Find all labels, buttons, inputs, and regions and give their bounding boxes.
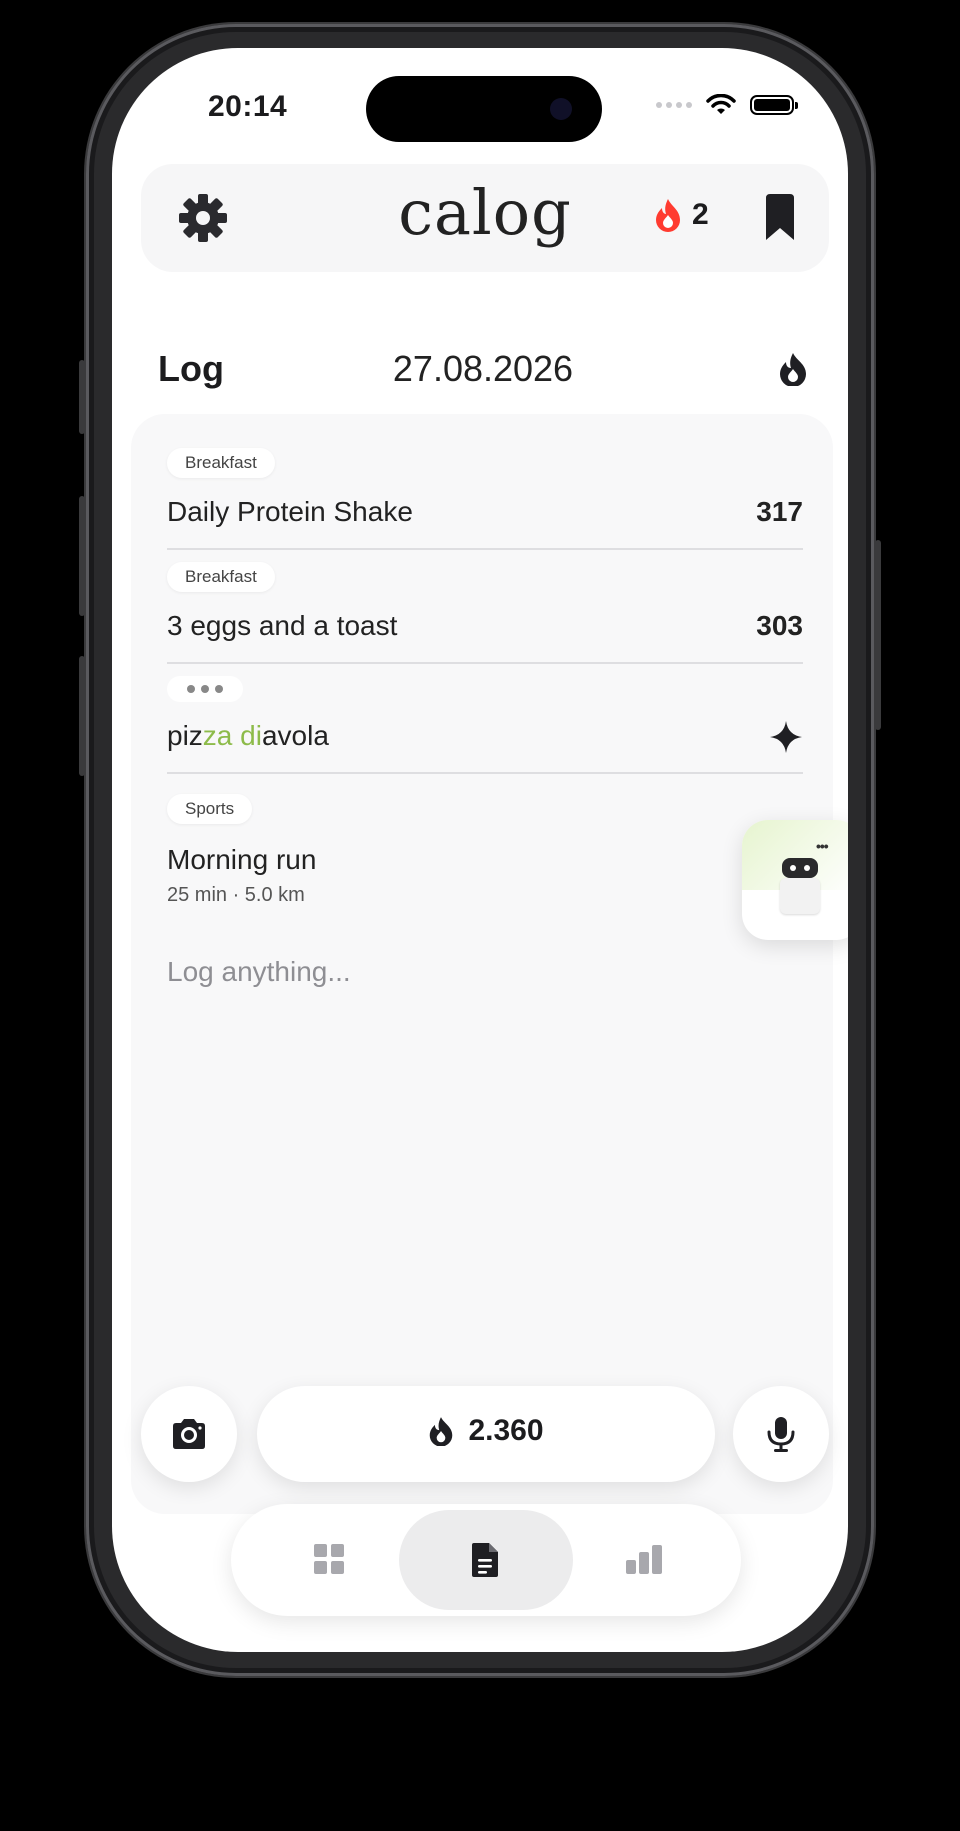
side-button-volume-up	[79, 496, 85, 616]
assistant-robot[interactable]: •••	[742, 820, 848, 940]
log-entry[interactable]: Sports Morning run 25 min · 5.0 km	[167, 794, 803, 914]
flame-icon	[430, 1417, 453, 1446]
meal-tag: Breakfast	[167, 562, 275, 592]
entry-calories: 317	[756, 496, 803, 527]
entry-name: Daily Protein Shake	[167, 496, 413, 527]
entry-name: 3 eggs and a toast	[167, 610, 398, 641]
app-logo: calog	[398, 176, 572, 249]
bottom-tab-bar	[231, 1504, 741, 1616]
divider	[167, 548, 803, 550]
entry-calories: 303	[756, 610, 803, 641]
streak-count: 2	[692, 198, 709, 231]
log-date[interactable]: 27.08.2026	[158, 348, 808, 390]
entry-detail: 25 min · 5.0 km	[167, 884, 305, 906]
document-icon	[472, 1543, 498, 1577]
log-entry[interactable]: Breakfast 3 eggs and a toast 303	[167, 562, 803, 672]
dynamic-island	[366, 76, 602, 142]
log-input[interactable]: Log anything...	[167, 956, 351, 988]
divider	[167, 662, 803, 664]
log-header: Log 27.08.2026	[158, 348, 808, 394]
total-calories: 2.360	[468, 1414, 544, 1447]
wifi-icon	[706, 94, 736, 114]
bookmark-icon[interactable]	[764, 194, 796, 242]
grid-icon	[314, 1544, 344, 1574]
processing-indicator	[167, 676, 243, 702]
divider	[167, 772, 803, 774]
tab-dashboard[interactable]	[243, 1510, 417, 1610]
status-time: 20:14	[208, 90, 288, 123]
microphone-icon	[767, 1417, 795, 1452]
log-card: Breakfast Daily Protein Shake 317 Breakf…	[131, 414, 833, 1514]
side-button-volume-down	[79, 656, 85, 776]
phone-screen: 20:14 calog 2 Log 27.08.2026 Breakfast D…	[112, 48, 848, 1652]
entry-name: pizza diavola	[167, 720, 329, 751]
signal-icon	[656, 102, 692, 108]
activity-tag: Sports	[167, 794, 253, 824]
tab-stats[interactable]	[555, 1510, 729, 1610]
battery-icon	[750, 95, 798, 115]
meal-tag: Breakfast	[167, 448, 275, 478]
camera-button[interactable]	[141, 1386, 237, 1482]
flame-icon[interactable]	[778, 352, 808, 386]
side-button-action	[79, 360, 85, 434]
camera-icon	[173, 1419, 205, 1449]
streak-counter[interactable]: 2	[654, 198, 709, 232]
bar-chart-icon	[626, 1545, 662, 1574]
tab-log[interactable]	[399, 1510, 573, 1610]
status-icons	[656, 94, 798, 116]
more-icon: •••	[816, 838, 829, 854]
flame-icon	[656, 199, 680, 232]
daily-calories-pill[interactable]: 2.360	[257, 1386, 715, 1482]
log-entry[interactable]: Breakfast Daily Protein Shake 317	[167, 448, 803, 558]
side-button-power	[875, 540, 881, 730]
microphone-button[interactable]	[733, 1386, 829, 1482]
entry-name: Morning run	[167, 844, 317, 875]
sparkle-icon	[770, 721, 802, 753]
log-entry[interactable]: pizza diavola	[167, 676, 803, 782]
top-bar: calog 2	[141, 164, 829, 272]
